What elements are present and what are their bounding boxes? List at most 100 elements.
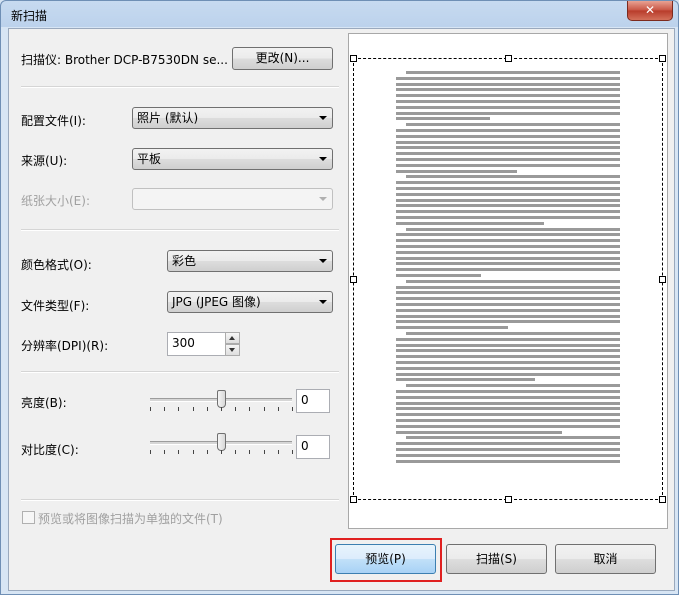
document-text-line — [396, 94, 620, 98]
brightness-input[interactable]: 0 — [296, 389, 330, 413]
document-text-line — [396, 221, 544, 225]
resolution-input[interactable]: 300 — [167, 332, 226, 356]
slider-tick — [178, 407, 180, 411]
file-type-select[interactable]: JPG (JPEG 图像) — [167, 291, 333, 313]
resolution-spin-up[interactable] — [225, 332, 240, 344]
separator — [21, 371, 339, 373]
color-format-select[interactable]: 彩色 — [167, 250, 333, 272]
slider-tick — [277, 407, 279, 411]
chevron-down-icon — [319, 259, 327, 263]
slider-tick — [164, 407, 166, 411]
slider-tick — [277, 450, 279, 454]
slider-tick — [221, 450, 222, 454]
scan-button[interactable]: 扫描(S) — [446, 544, 547, 574]
slider-tick — [150, 450, 151, 454]
slider-tick — [206, 407, 208, 411]
crop-handle[interactable] — [659, 496, 666, 503]
document-text-line — [396, 152, 620, 156]
title-bar[interactable]: 新扫描 ✕ — [1, 1, 679, 29]
resolution-value: 300 — [172, 336, 195, 350]
crop-handle[interactable] — [350, 496, 357, 503]
slider-tick — [206, 450, 208, 454]
separator — [21, 86, 339, 88]
profile-select[interactable]: 照片 (默认) — [132, 107, 333, 129]
document-text-line — [396, 355, 620, 359]
document-text-line — [406, 436, 620, 440]
crop-handle[interactable] — [350, 276, 357, 283]
document-text-line — [396, 111, 620, 115]
scan-region[interactable] — [350, 55, 666, 503]
contrast-label: 对比度(C): — [21, 443, 79, 457]
document-text-line — [396, 233, 620, 237]
profile-label: 配置文件(I): — [21, 114, 86, 128]
document-text-line — [396, 366, 620, 370]
separate-files-checkbox[interactable] — [22, 511, 35, 524]
document-text-line — [396, 343, 620, 347]
slider-tick — [150, 407, 151, 411]
document-text-line — [406, 227, 620, 231]
file-type-select-value: JPG (JPEG 图像) — [172, 295, 261, 309]
source-select-value: 平板 — [137, 152, 162, 166]
source-select[interactable]: 平板 — [132, 148, 333, 170]
slider-tick — [249, 407, 251, 411]
document-text-line — [396, 401, 620, 405]
resolution-spin-down[interactable] — [225, 344, 240, 356]
crop-handle[interactable] — [505, 55, 512, 62]
document-text-line — [396, 210, 620, 214]
preview-button[interactable]: 预览(P) — [335, 544, 436, 574]
crop-handle[interactable] — [659, 55, 666, 62]
document-text-line — [396, 100, 620, 103]
document-text-line — [396, 198, 620, 202]
brightness-slider-thumb[interactable] — [217, 390, 226, 408]
document-text-line — [396, 187, 620, 190]
document-text-line — [396, 88, 620, 92]
document-text-line — [406, 279, 620, 283]
slider-tick — [164, 450, 166, 454]
source-label: 来源(U): — [21, 154, 68, 168]
document-text-line — [396, 239, 620, 243]
slider-tick — [263, 450, 265, 454]
document-text-line — [396, 297, 620, 301]
contrast-slider-thumb[interactable] — [217, 433, 226, 451]
crop-handle[interactable] — [505, 496, 512, 503]
document-text-line — [396, 250, 620, 254]
document-text-line — [406, 123, 620, 127]
document-text-line — [396, 163, 620, 167]
cancel-button[interactable]: 取消 — [555, 544, 656, 574]
color-format-label: 颜色格式(O): — [21, 258, 92, 272]
close-button[interactable]: ✕ — [627, 1, 673, 21]
document-text-line — [396, 303, 620, 306]
slider-tick — [292, 450, 293, 454]
document-text-line — [396, 326, 508, 330]
change-scanner-button[interactable]: 更改(N)... — [232, 47, 333, 70]
document-text-line — [396, 158, 620, 161]
document-text-line — [396, 413, 620, 417]
dialog-client-area: 扫描仪: Brother DCP-B7530DN se... 更改(N)... … — [8, 28, 675, 591]
document-text-line — [396, 76, 620, 80]
document-text-line — [406, 384, 620, 388]
contrast-input[interactable]: 0 — [296, 435, 330, 459]
document-text-line — [396, 256, 620, 260]
document-text-line — [396, 459, 620, 463]
document-text-line — [396, 407, 620, 411]
preview-pane[interactable] — [348, 33, 668, 529]
crop-handle[interactable] — [350, 55, 357, 62]
document-text-line — [396, 204, 620, 208]
cancel-button-label: 取消 — [593, 552, 618, 566]
chevron-down-icon — [319, 300, 327, 304]
document-text-line — [396, 146, 620, 150]
slider-tick — [192, 450, 194, 454]
document-text-line — [396, 140, 620, 144]
scanner-label: 扫描仪: Brother DCP-B7530DN se... — [21, 53, 228, 67]
document-text-line — [396, 291, 620, 295]
slider-tick — [292, 407, 293, 411]
crop-handle[interactable] — [659, 276, 666, 283]
document-text-line — [396, 117, 490, 121]
close-icon: ✕ — [644, 3, 656, 17]
document-text-line — [396, 181, 620, 185]
document-text-line — [396, 216, 620, 219]
resolution-label: 分辨率(DPI)(R): — [21, 339, 109, 353]
arrow-up-icon — [229, 336, 235, 340]
document-text-line — [396, 372, 620, 376]
brightness-value: 0 — [301, 393, 309, 407]
